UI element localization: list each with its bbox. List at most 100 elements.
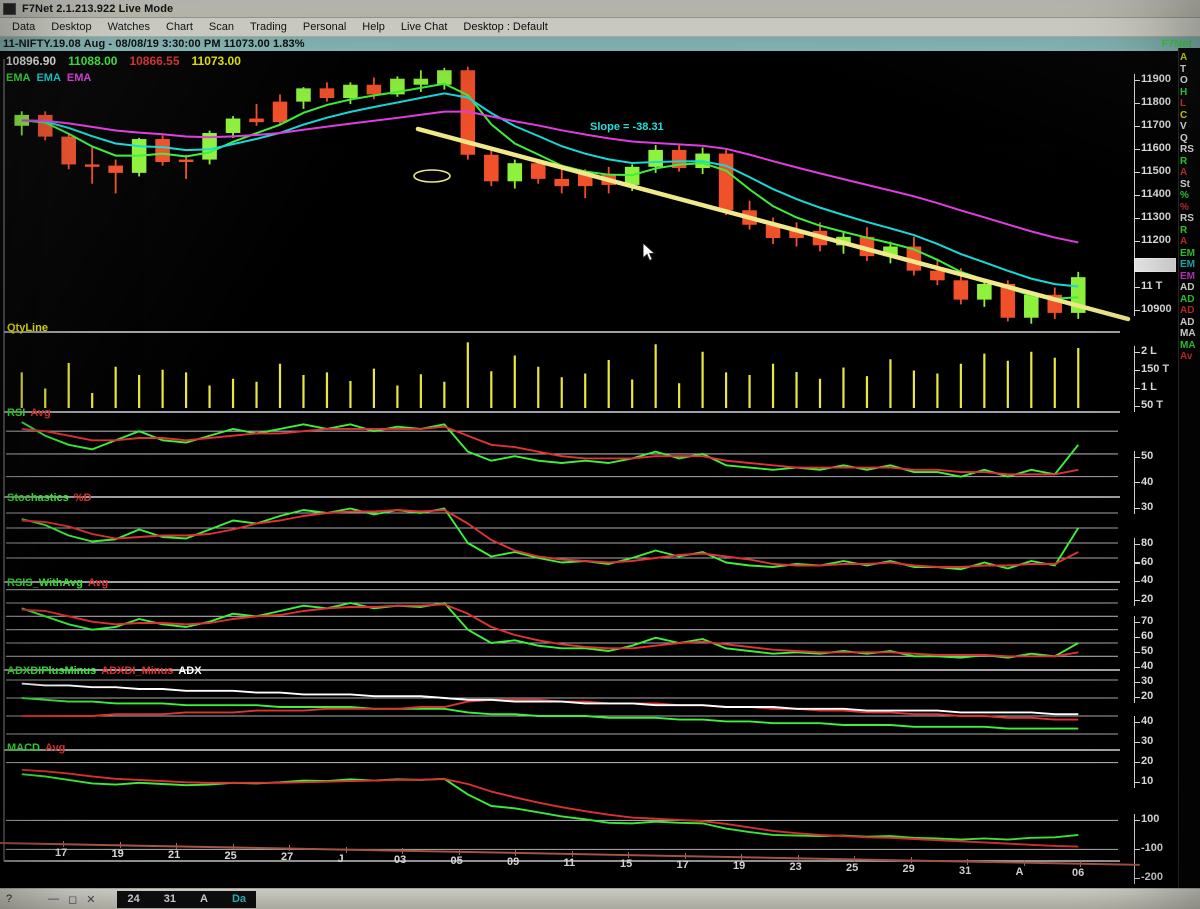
ohlc-high: 11088.00 (68, 54, 118, 68)
side-panel-item-20[interactable]: AD (1179, 282, 1200, 294)
axis-tick-macd-0: 100 (1141, 813, 1160, 825)
chart-area[interactable] (0, 51, 1200, 891)
chart-svg[interactable] (0, 51, 1135, 891)
menu-item-trading[interactable]: Trading (242, 20, 295, 34)
side-panel-item-23[interactable]: AD (1179, 317, 1200, 329)
axis-tick-rsi-2: 30 (1141, 501, 1154, 513)
task-button-3[interactable]: A (200, 893, 208, 905)
axis-tick-rsis-3: 40 (1141, 660, 1154, 672)
macd-avg-label: Avg (45, 742, 66, 754)
side-panel-item-22[interactable]: AD (1179, 305, 1200, 317)
side-panel-item-1[interactable]: T (1179, 64, 1200, 76)
axis-spine-qtyline (1134, 346, 1136, 412)
side-panel-item-13[interactable]: % (1179, 202, 1200, 214)
side-panel-item-16[interactable]: A (1179, 236, 1200, 248)
side-panel-item-14[interactable]: RS (1179, 213, 1200, 225)
axis-tick-qtyline-0: 2 L (1141, 345, 1157, 357)
minimize-icon[interactable]: — (48, 893, 59, 905)
date-tick-9: 11 (563, 856, 576, 869)
date-axis: 17 19 21 25 27 J 03 05 09 11 15 17 19 23 25 29 31 A 06 (0, 838, 1140, 879)
axis-spine-price (1134, 74, 1136, 316)
app-icon[interactable] (3, 2, 16, 15)
task-button-2[interactable]: 31 (164, 893, 176, 905)
side-panel-item-2[interactable]: O (1179, 75, 1200, 87)
date-tick-6: 03 (394, 853, 407, 866)
axis-tick-macd-2: -200 (1141, 871, 1164, 883)
side-panel-item-5[interactable]: C (1179, 110, 1200, 122)
menu-item-scan[interactable]: Scan (201, 20, 242, 34)
side-panel-item-17[interactable]: EM (1179, 248, 1200, 260)
menu-item-data[interactable]: Data (4, 20, 43, 34)
desktop-status[interactable]: Desktop : Default (455, 20, 555, 34)
axis-spine-rsis (1134, 616, 1136, 703)
title-bar: F7Net 2.1.213.922 Live Mode (0, 0, 1200, 18)
symbol-info-bar: 11-NIFTY.19.08 Aug - 08/08/19 3:30:00 PM… (0, 37, 1200, 51)
axis-tick-adx-0: 40 (1141, 715, 1154, 727)
ema-legend-2: EMA (36, 72, 61, 84)
menu-item-chart[interactable]: Chart (158, 20, 201, 34)
task-button-1[interactable]: 24 (127, 893, 139, 905)
ema-legend-3: EMA (66, 72, 92, 84)
adx-diminus-label: ADXDI_Minus (101, 665, 174, 677)
side-panel-item-25[interactable]: MA (1179, 340, 1200, 352)
side-panel-item-24[interactable]: MA (1179, 328, 1200, 340)
date-tick-11: 17 (676, 859, 689, 872)
mouse-cursor (643, 243, 656, 262)
side-panel-item-4[interactable]: L (1179, 98, 1200, 110)
side-panel-item-7[interactable]: Q (1179, 133, 1200, 145)
plot-canvas[interactable] (0, 51, 1135, 862)
axis-tick-price-4: 11500 (1141, 165, 1171, 177)
panel-label-qtyline: QtyLine (7, 322, 48, 334)
menu-item-live-chat[interactable]: Live Chat (393, 20, 455, 34)
side-panel-item-6[interactable]: V (1179, 121, 1200, 133)
menu-item-help[interactable]: Help (354, 20, 393, 34)
side-panel-item-3[interactable]: H (1179, 87, 1200, 99)
date-tick-8: 09 (507, 855, 520, 868)
ohlc-last: 11073.00 (191, 54, 241, 68)
indicator-side-panel[interactable]: A T O H L C V Q RS R A St%% RS R A EM EM EM AD AD AD AD MA MA Av (1178, 48, 1200, 888)
last-price-tag (1134, 258, 1176, 272)
adx-label: ADX (178, 665, 202, 677)
task-button-active[interactable]: Da (232, 893, 246, 905)
side-panel-item-19[interactable]: EM (1179, 271, 1200, 283)
trading-terminal-window: F7Net 2.1.213.922 Live Mode Data Desktop… (0, 0, 1200, 909)
rsis-avg-label: Avg (87, 577, 109, 589)
panel-label-macd: MACD Avg (7, 742, 65, 754)
menu-item-watches[interactable]: Watches (100, 20, 158, 34)
qtyline-label: QtyLine (7, 322, 48, 334)
close-icon[interactable]: ✕ (86, 893, 95, 906)
date-tick-14: 25 (846, 862, 859, 875)
axis-tick-rsis-4: 30 (1141, 675, 1154, 687)
side-panel-item-21[interactable]: AD (1179, 294, 1200, 306)
adx-plusminus-label: ADXDIPlusMinus (7, 665, 97, 677)
side-panel-item-18[interactable]: EM (1179, 259, 1200, 271)
axis-spine-adx (1134, 716, 1136, 788)
rsi-label: RSI (7, 407, 26, 419)
symbol-text: 11-NIFTY.19.08 Aug - 08/08/19 3:30:00 PM… (3, 38, 305, 50)
restore-icon[interactable]: ◻ (68, 893, 77, 906)
axis-tick-price-6: 11300 (1141, 211, 1171, 223)
macd-label: MACD (7, 742, 40, 754)
side-panel-item-0[interactable]: A (1179, 52, 1200, 64)
axis-tick-adx-3: 10 (1141, 775, 1154, 787)
date-tick-12: 19 (733, 860, 746, 873)
side-panel-item-12[interactable]: % (1179, 190, 1200, 202)
axis-tick-rsis-1: 60 (1141, 630, 1154, 642)
menu-item-personal[interactable]: Personal (295, 20, 354, 34)
date-tick-5: J (337, 852, 344, 865)
axis-tick-stochastics-3: 20 (1141, 593, 1154, 605)
menu-item-desktop[interactable]: Desktop (43, 20, 99, 34)
axis-tick-qtyline-2: 1 L (1141, 381, 1157, 393)
axis-tick-qtyline-3: 50 T (1141, 399, 1164, 411)
side-panel-item-10[interactable]: A (1179, 167, 1200, 179)
axis-tick-stochastics-2: 40 (1141, 574, 1154, 587)
side-panel-item-15[interactable]: R (1179, 225, 1200, 237)
rsi-avg-label: Avg (30, 407, 51, 419)
side-panel-item-8[interactable]: RS (1179, 144, 1200, 156)
side-panel-item-9[interactable]: R (1179, 156, 1200, 168)
axis-tick-adx-1: 30 (1141, 735, 1154, 747)
side-panel-item-26[interactable]: Av (1179, 351, 1200, 363)
date-tick-17: A (1015, 865, 1024, 878)
help-icon[interactable]: ? (6, 893, 12, 905)
side-panel-item-11[interactable]: St (1179, 179, 1200, 191)
